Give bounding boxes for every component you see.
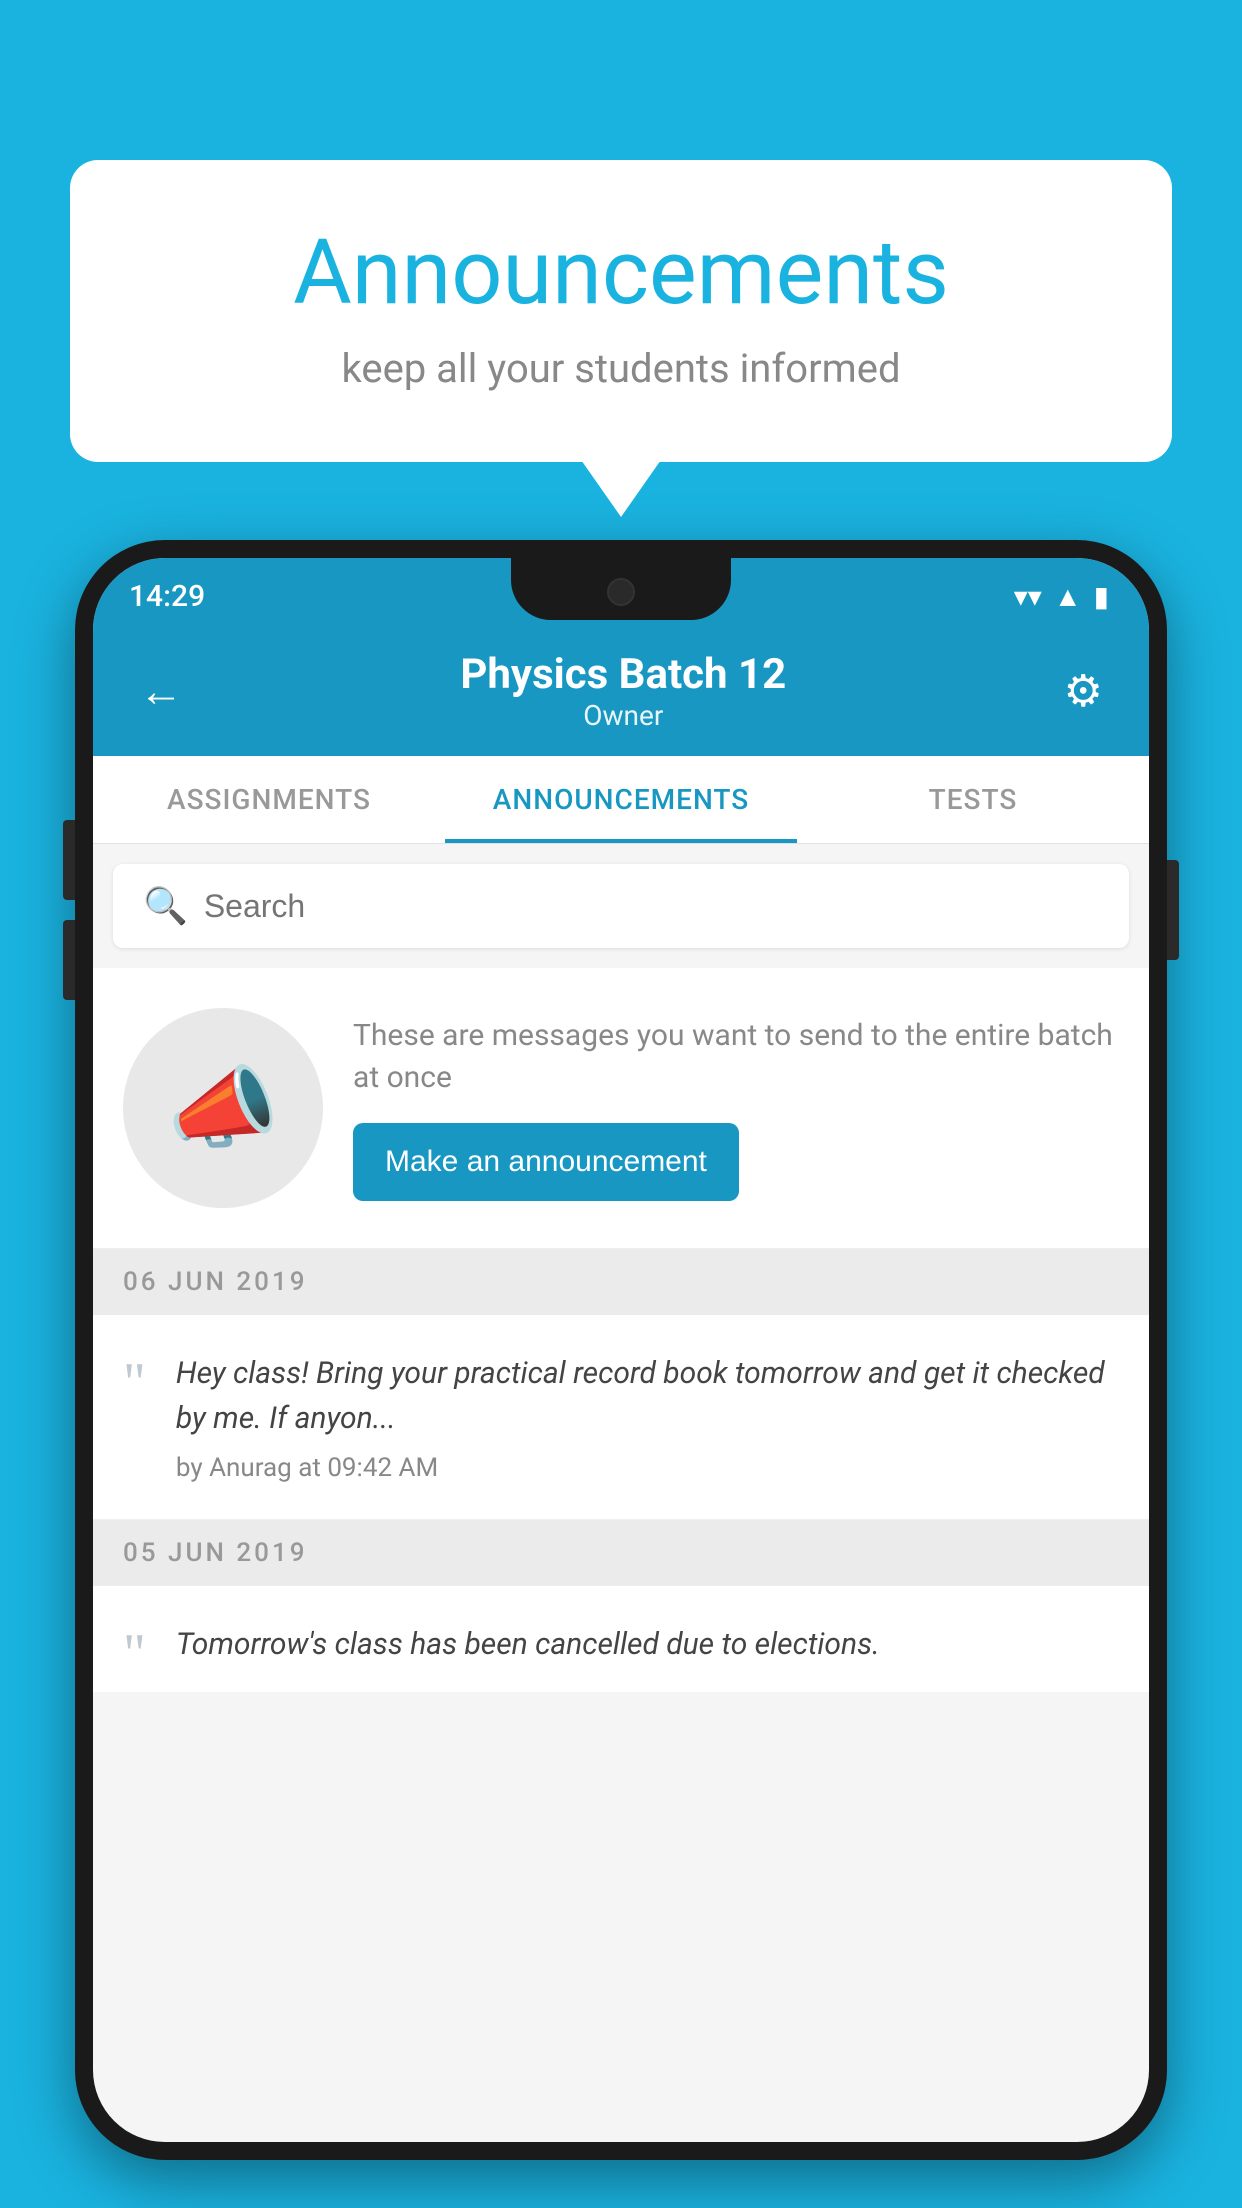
search-bar: 🔍 bbox=[113, 864, 1129, 948]
quote-icon-1: " bbox=[123, 1355, 146, 1411]
speech-bubble-section: Announcements keep all your students inf… bbox=[70, 160, 1172, 462]
signal-icon: ▲ bbox=[1054, 580, 1082, 613]
power-button bbox=[1167, 860, 1179, 960]
announcement-item-1[interactable]: " Hey class! Bring your practical record… bbox=[93, 1315, 1149, 1520]
phone-notch bbox=[511, 558, 731, 620]
megaphone-circle: 📣 bbox=[123, 1008, 323, 1208]
battery-icon: ▮ bbox=[1094, 580, 1109, 613]
phone-camera bbox=[607, 578, 635, 606]
status-time: 14:29 bbox=[129, 579, 205, 614]
quote-icon-2: " bbox=[123, 1626, 146, 1682]
wifi-icon: ▾▾ bbox=[1014, 580, 1042, 613]
search-input[interactable] bbox=[204, 888, 1099, 925]
phone-mockup: 14:29 ▾▾ ▲ ▮ ← Physics Batch 12 Owner ⚙ bbox=[75, 540, 1167, 2160]
header-title: Physics Batch 12 bbox=[460, 650, 786, 699]
megaphone-icon: 📣 bbox=[167, 1056, 279, 1161]
volume-down-button bbox=[63, 920, 75, 1000]
announcement-content-2: Tomorrow's class has been cancelled due … bbox=[176, 1622, 1119, 1679]
settings-button[interactable]: ⚙ bbox=[1054, 655, 1113, 727]
header-center: Physics Batch 12 Owner bbox=[460, 650, 786, 732]
announcement-content-1: Hey class! Bring your practical record b… bbox=[176, 1351, 1119, 1483]
bubble-title: Announcements bbox=[150, 220, 1092, 325]
tabs-bar: ASSIGNMENTS ANNOUNCEMENTS TESTS bbox=[93, 756, 1149, 844]
date-separator-1: 06 JUN 2019 bbox=[93, 1249, 1149, 1315]
announcement-right: These are messages you want to send to t… bbox=[353, 1015, 1119, 1201]
date-separator-2: 05 JUN 2019 bbox=[93, 1520, 1149, 1586]
announcement-text-2: Tomorrow's class has been cancelled due … bbox=[176, 1622, 1119, 1667]
phone-outer-frame: 14:29 ▾▾ ▲ ▮ ← Physics Batch 12 Owner ⚙ bbox=[75, 540, 1167, 2160]
announcement-item-2[interactable]: " Tomorrow's class has been cancelled du… bbox=[93, 1586, 1149, 1692]
phone-screen: 14:29 ▾▾ ▲ ▮ ← Physics Batch 12 Owner ⚙ bbox=[93, 558, 1149, 2142]
bubble-subtitle: keep all your students informed bbox=[150, 345, 1092, 392]
announcement-prompt: 📣 These are messages you want to send to… bbox=[93, 968, 1149, 1249]
volume-up-button bbox=[63, 820, 75, 900]
header-subtitle: Owner bbox=[460, 699, 786, 732]
tab-assignments[interactable]: ASSIGNMENTS bbox=[93, 756, 445, 843]
status-icons: ▾▾ ▲ ▮ bbox=[1014, 580, 1109, 613]
tab-announcements[interactable]: ANNOUNCEMENTS bbox=[445, 756, 797, 843]
make-announcement-button[interactable]: Make an announcement bbox=[353, 1123, 739, 1201]
back-button[interactable]: ← bbox=[129, 655, 193, 727]
announcement-text-1: Hey class! Bring your practical record b… bbox=[176, 1351, 1119, 1441]
app-header: ← Physics Batch 12 Owner ⚙ bbox=[93, 626, 1149, 756]
announcement-author-1: by Anurag at 09:42 AM bbox=[176, 1453, 1119, 1483]
search-icon: 🔍 bbox=[143, 885, 188, 927]
speech-bubble-card: Announcements keep all your students inf… bbox=[70, 160, 1172, 462]
tab-tests[interactable]: TESTS bbox=[797, 756, 1149, 843]
announcement-description: These are messages you want to send to t… bbox=[353, 1015, 1119, 1099]
